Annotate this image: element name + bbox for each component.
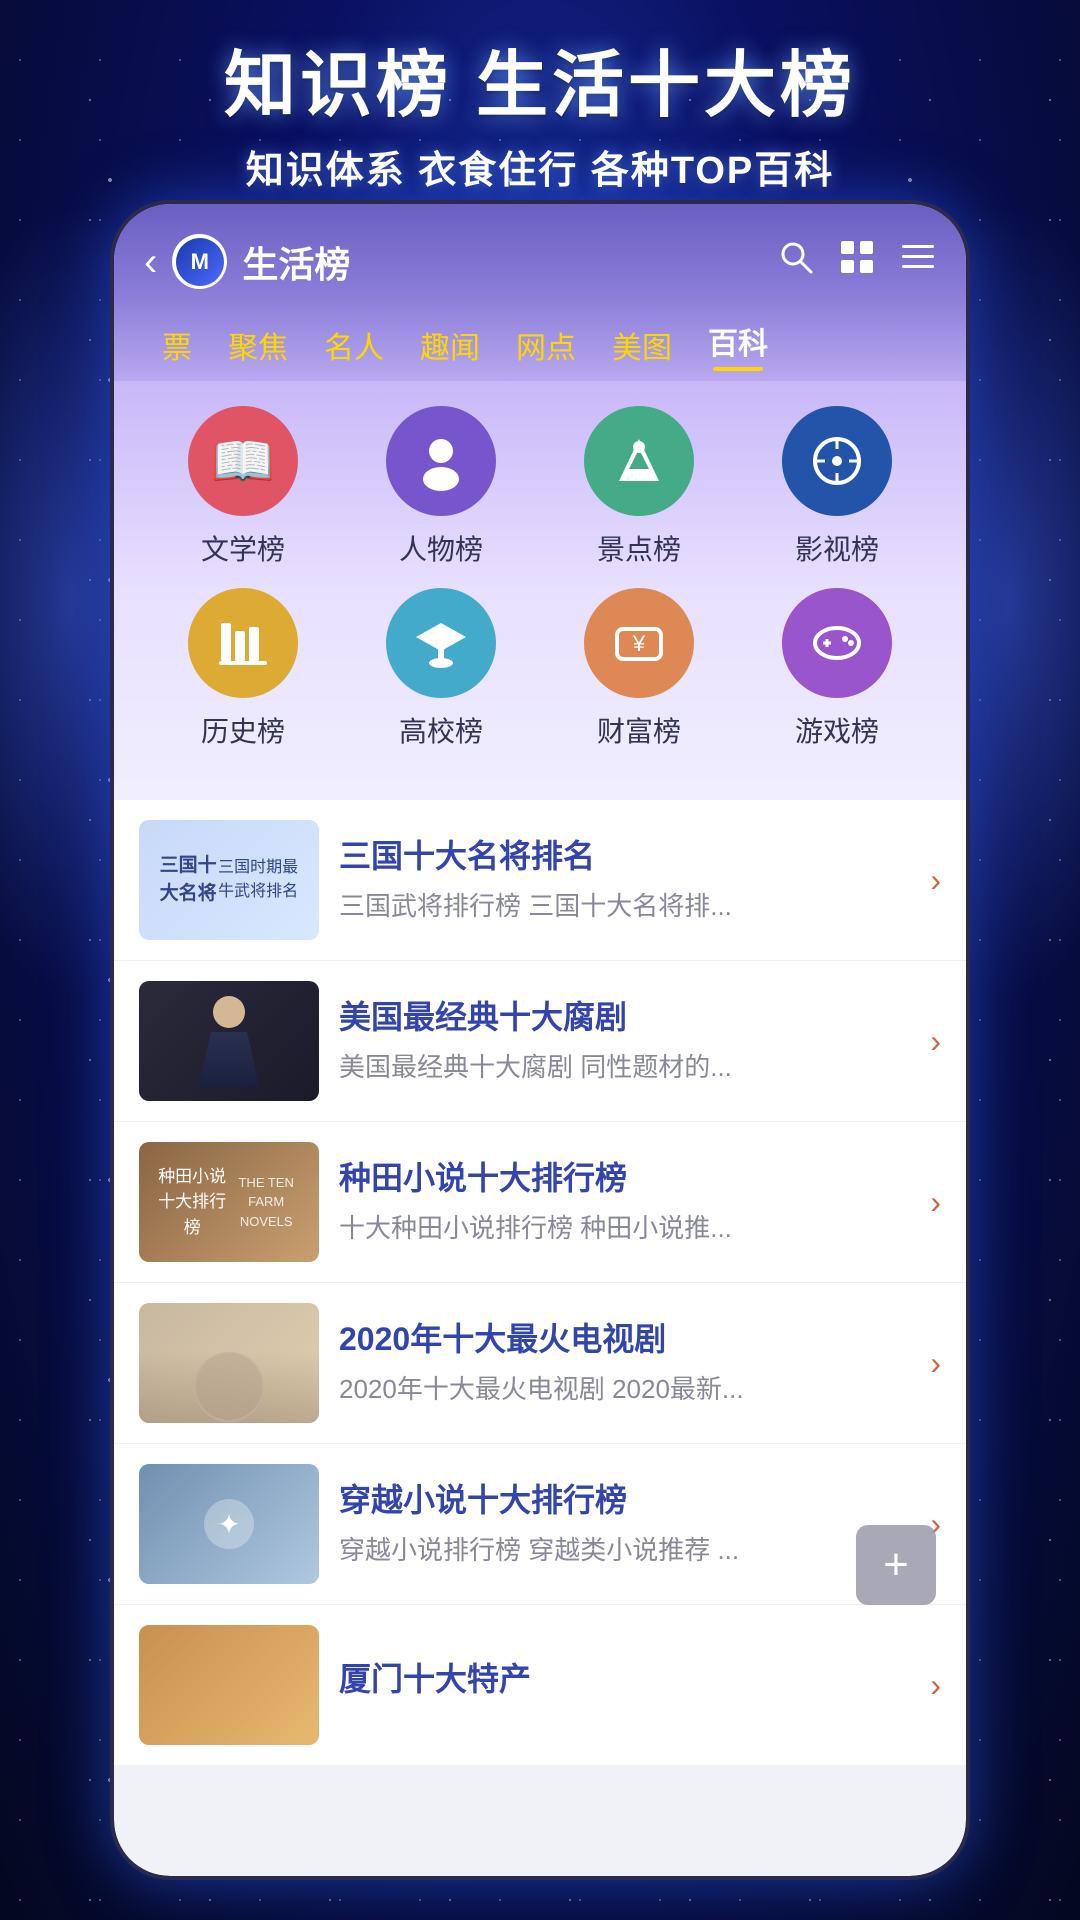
back-button[interactable]: ‹ — [144, 242, 157, 282]
list-desc-4: 2020年十大最火电视剧 2020最新... — [339, 1371, 910, 1407]
caifu-icon: ¥ — [584, 588, 694, 698]
wenwue-icon: 📖 — [188, 406, 298, 516]
list-thumb-3: 种田小说十大排行榜THE TEN FARM NOVELS — [139, 1142, 319, 1262]
list-desc-3: 十大种田小说排行榜 种田小说推... — [339, 1210, 910, 1246]
list-title-4: 2020年十大最火电视剧 — [339, 1319, 910, 1361]
list-content-2: 美国最经典十大腐剧 美国最经典十大腐剧 同性题材的... — [339, 997, 910, 1085]
list-thumb-5: ✦ — [139, 1464, 319, 1584]
nav-right — [778, 239, 936, 284]
list-content-4: 2020年十大最火电视剧 2020年十大最火电视剧 2020最新... — [339, 1319, 910, 1407]
list-desc-5: 穿越小说排行榜 穿越类小说推荐 ... — [339, 1532, 910, 1568]
list-content-5: 穿越小说十大排行榜 穿越小说排行榜 穿越类小说推荐 ... — [339, 1480, 910, 1568]
nav-bar: ‹ M 生活榜 — [144, 224, 936, 304]
list-title-5: 穿越小说十大排行榜 — [339, 1480, 910, 1522]
list-title-1: 三国十大名将排名 — [339, 836, 910, 878]
list-arrow-4: › — [930, 1345, 941, 1382]
list-title-2: 美国最经典十大腐剧 — [339, 997, 910, 1039]
list-content-6: 厦门十大特产 — [339, 1659, 910, 1711]
nav-left: ‹ M 生活榜 — [144, 234, 350, 289]
lishi-icon — [188, 588, 298, 698]
phone-frame: ‹ M 生活榜 — [110, 200, 970, 1880]
list-arrow-6: › — [930, 1667, 941, 1704]
grid-icon[interactable] — [839, 239, 875, 284]
app-logo: M — [172, 234, 227, 289]
tab-meitu[interactable]: 美图 — [594, 318, 690, 372]
list-arrow-2: › — [930, 1023, 941, 1060]
category-row-2: 历史榜 高校榜 — [144, 588, 936, 750]
tab-piao[interactable]: 票 — [144, 318, 210, 372]
lishi-label: 历史榜 — [201, 710, 285, 750]
tab-jujiao[interactable]: 聚焦 — [210, 318, 306, 372]
list-item-1[interactable]: 三国十大名将三国时期最牛武将排名 三国十大名将排名 三国武将排行榜 三国十大名将… — [114, 800, 966, 961]
list-item-4[interactable]: 2020年十大最火电视剧 2020年十大最火电视剧 2020最新... › — [114, 1283, 966, 1444]
tab-quwen[interactable]: 趣闻 — [402, 318, 498, 372]
tab-bar: 票 聚焦 名人 趣闻 网点 美图 百科 — [144, 304, 936, 381]
list-item-2[interactable]: 美国最经典十大腐剧 美国最经典十大腐剧 同性题材的... › — [114, 961, 966, 1122]
list-title-3: 种田小说十大排行榜 — [339, 1158, 910, 1200]
list-item-3[interactable]: 种田小说十大排行榜THE TEN FARM NOVELS 种田小说十大排行榜 十… — [114, 1122, 966, 1283]
category-gaoxiao[interactable]: 高校榜 — [361, 588, 521, 750]
youxi-label: 游戏榜 — [795, 710, 879, 750]
category-lishi[interactable]: 历史榜 — [163, 588, 323, 750]
headline-title: 知识榜 生活十大榜 — [224, 26, 856, 131]
jingdian-label: 景点榜 — [597, 528, 681, 568]
renwu-label: 人物榜 — [399, 528, 483, 568]
category-jingdian[interactable]: 景点榜 — [559, 406, 719, 568]
list-thumb-2 — [139, 981, 319, 1101]
list-desc-2: 美国最经典十大腐剧 同性题材的... — [339, 1049, 910, 1085]
category-renwu[interactable]: 人物榜 — [361, 406, 521, 568]
yingshi-label: 影视榜 — [795, 528, 879, 568]
category-yingshi[interactable]: 影视榜 — [757, 406, 917, 568]
category-youxi[interactable]: 游戏榜 — [757, 588, 917, 750]
svg-text:¥: ¥ — [632, 631, 646, 656]
search-icon[interactable] — [778, 239, 814, 284]
list-arrow-1: › — [930, 862, 941, 899]
list-thumb-1: 三国十大名将三国时期最牛武将排名 — [139, 820, 319, 940]
list-section: 三国十大名将三国时期最牛武将排名 三国十大名将排名 三国武将排行榜 三国十大名将… — [114, 800, 966, 1765]
caifu-label: 财富榜 — [597, 710, 681, 750]
logo-inner: M — [176, 238, 224, 286]
list-item-5[interactable]: ✦ 穿越小说十大排行榜 穿越小说排行榜 穿越类小说推荐 ... › — [114, 1444, 966, 1605]
tab-active-indicator — [713, 367, 763, 371]
tab-baike[interactable]: 百科 — [690, 314, 786, 376]
renwu-icon — [386, 406, 496, 516]
category-row-1: 📖 文学榜 人物榜 — [144, 406, 936, 568]
list-title-6: 厦门十大特产 — [339, 1659, 910, 1701]
list-arrow-3: › — [930, 1184, 941, 1221]
gaoxiao-label: 高校榜 — [399, 710, 483, 750]
list-item-6[interactable]: 厦门十大特产 › — [114, 1605, 966, 1765]
youxi-icon — [782, 588, 892, 698]
tab-wangdian[interactable]: 网点 — [498, 318, 594, 372]
list-thumb-4 — [139, 1303, 319, 1423]
jingdian-icon — [584, 406, 694, 516]
list-thumb-6 — [139, 1625, 319, 1745]
gaoxiao-icon — [386, 588, 496, 698]
category-wenwue[interactable]: 📖 文学榜 — [163, 406, 323, 568]
yingshi-icon — [782, 406, 892, 516]
list-content-1: 三国十大名将排名 三国武将排行榜 三国十大名将排... — [339, 836, 910, 924]
fab-button[interactable]: + — [856, 1525, 936, 1605]
headline-subtitle: 知识体系 衣食住行 各种TOP百科 — [246, 139, 835, 194]
headline-area: 知识榜 生活十大榜 知识体系 衣食住行 各种TOP百科 — [0, 0, 1080, 220]
category-section: 📖 文学榜 人物榜 — [114, 381, 966, 800]
tab-mingren[interactable]: 名人 — [306, 318, 402, 372]
app-title: 生活榜 — [242, 236, 350, 288]
list-content-3: 种田小说十大排行榜 十大种田小说排行榜 种田小说推... — [339, 1158, 910, 1246]
category-caifu[interactable]: ¥ 财富榜 — [559, 588, 719, 750]
phone-inner: ‹ M 生活榜 — [114, 204, 966, 1876]
wenwue-label: 文学榜 — [201, 528, 285, 568]
menu-icon[interactable] — [900, 239, 936, 284]
app-header: ‹ M 生活榜 — [114, 204, 966, 381]
list-desc-1: 三国武将排行榜 三国十大名将排... — [339, 888, 910, 924]
